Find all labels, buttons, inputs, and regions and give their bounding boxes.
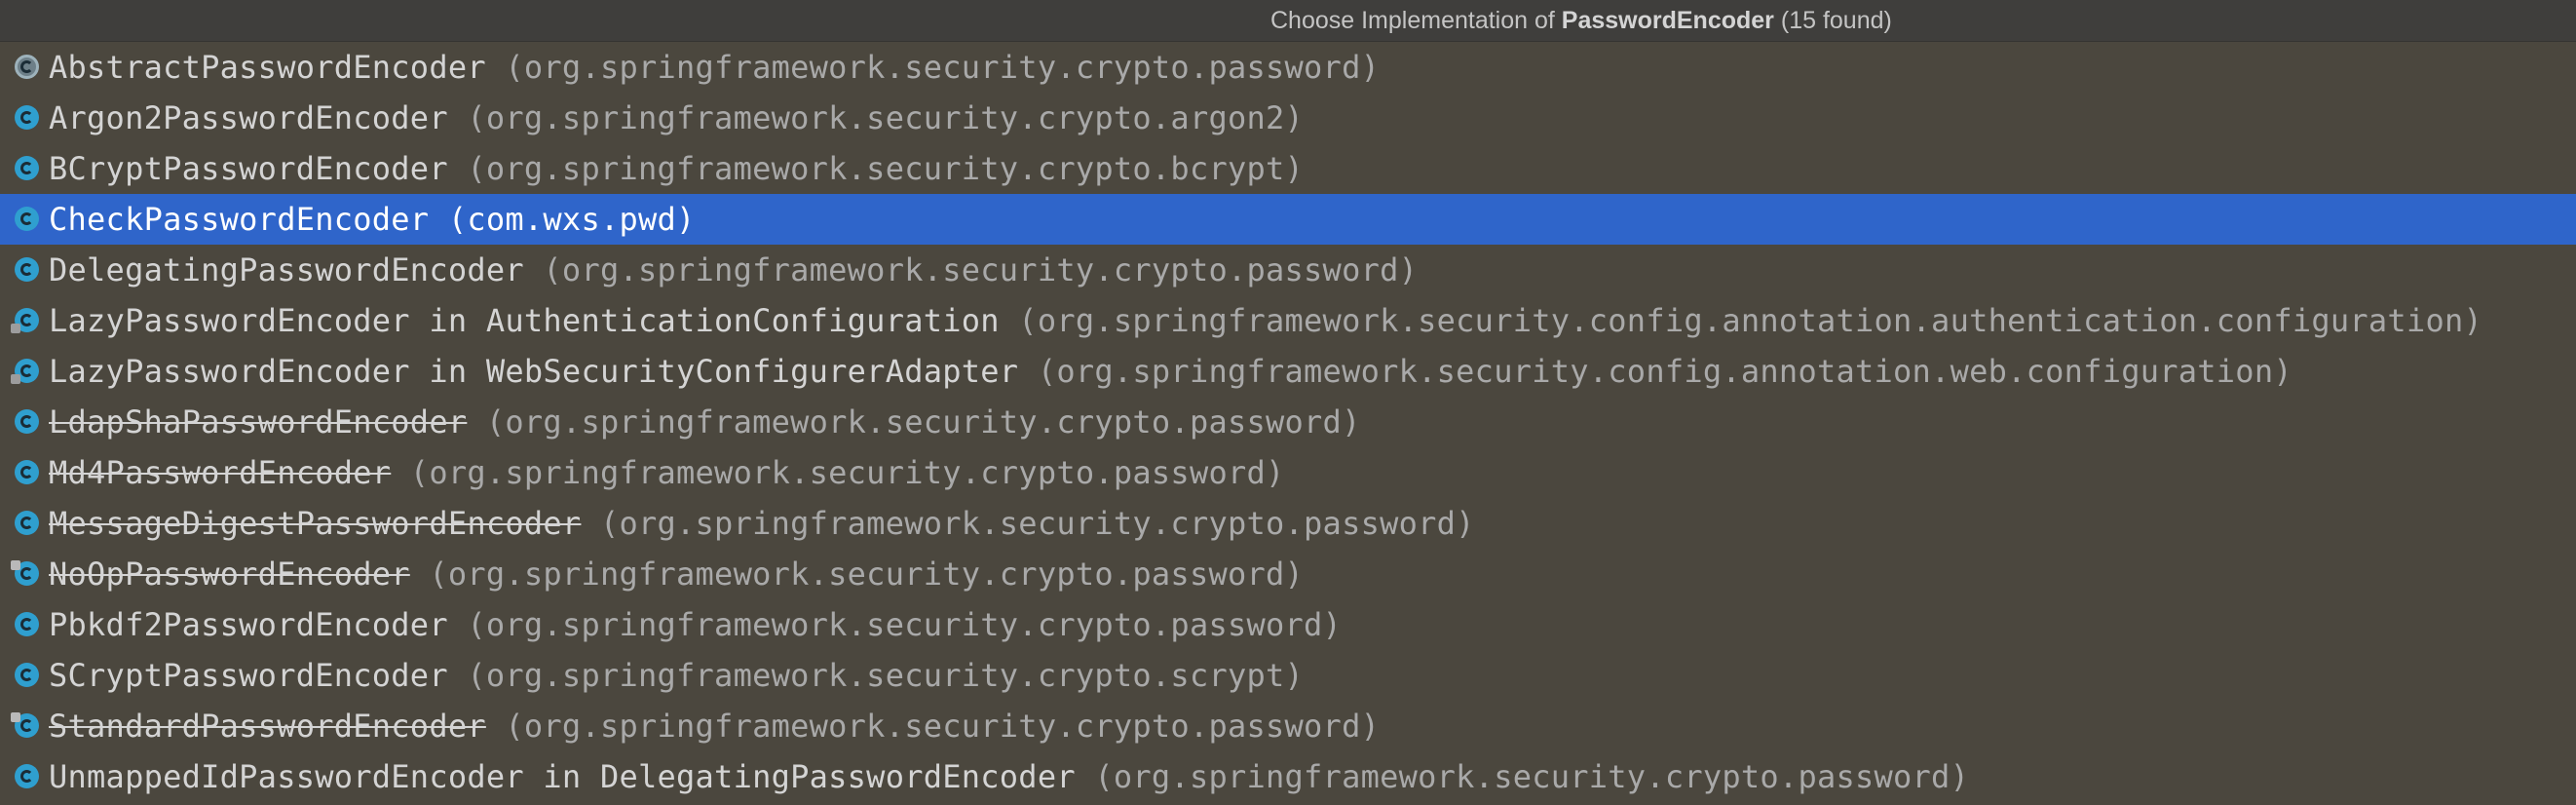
package-name: (org.springframework.security.crypto.pas… [599, 505, 1475, 542]
class-name: Argon2PasswordEncoder [49, 99, 448, 136]
class-icon [15, 257, 39, 282]
static-modifier-icon [11, 324, 20, 333]
package-name: (org.springframework.security.crypto.pas… [485, 403, 1361, 441]
item-text: LdapShaPasswordEncoder (org.springframew… [49, 404, 1361, 440]
choose-implementation-popup: Choose Implementation of PasswordEncoder… [0, 0, 2576, 805]
class-icon [15, 663, 39, 687]
implementation-item[interactable]: LazyPasswordEncoder in AuthenticationCon… [0, 295, 2576, 346]
final-modifier-icon [11, 712, 20, 722]
package-name: (org.springframework.security.crypto.pas… [467, 606, 1343, 643]
result-count: (15 found) [1773, 7, 1892, 34]
class-icon [15, 105, 39, 130]
item-text: UnmappedIdPasswordEncoder in DelegatingP… [49, 759, 1969, 794]
class-icon [15, 460, 39, 484]
popup-header: Choose Implementation of PasswordEncoder… [0, 0, 2576, 42]
item-text: MessageDigestPasswordEncoder (org.spring… [49, 506, 1475, 541]
class-name: LazyPasswordEncoder in AuthenticationCon… [49, 302, 1000, 339]
static-modifier-icon [11, 374, 20, 384]
package-name: (org.springframework.security.crypto.pas… [505, 708, 1381, 745]
item-text: NoOpPasswordEncoder (org.springframework… [49, 556, 1304, 592]
item-text: DelegatingPasswordEncoder (org.springfra… [49, 252, 1418, 288]
implementation-item[interactable]: MessageDigestPasswordEncoder (org.spring… [0, 498, 2576, 549]
package-name: (org.springframework.security.crypto.pas… [505, 49, 1381, 86]
class-name: LdapShaPasswordEncoder [49, 403, 468, 441]
class-icon [15, 612, 39, 636]
class-name: CheckPasswordEncoder [49, 201, 430, 238]
implementation-item[interactable]: UnmappedIdPasswordEncoder in DelegatingP… [0, 751, 2576, 802]
popup-title: Choose Implementation of PasswordEncoder… [1270, 6, 1892, 35]
class-name: NoOpPasswordEncoder [49, 556, 410, 593]
implementation-item[interactable]: DelegatingPasswordEncoder (org.springfra… [0, 245, 2576, 295]
class-name: StandardPasswordEncoder [49, 708, 486, 745]
item-text: Argon2PasswordEncoder (org.springframewo… [49, 100, 1304, 135]
class-icon [15, 409, 39, 434]
implementation-item[interactable]: Argon2PasswordEncoder (org.springframewo… [0, 93, 2576, 143]
package-name: (org.springframework.security.config.ann… [1018, 302, 2482, 339]
class-name: BCryptPasswordEncoder [49, 150, 448, 187]
implementation-item[interactable]: NoOpPasswordEncoder (org.springframework… [0, 549, 2576, 599]
implementation-item[interactable]: AbstractPasswordEncoder (org.springframe… [0, 42, 2576, 93]
package-name: (org.springframework.security.crypto.pas… [1094, 758, 1970, 795]
package-name: (org.springframework.security.config.ann… [1037, 353, 2292, 390]
package-name: (org.springframework.security.crypto.pas… [429, 556, 1305, 593]
class-name: AbstractPasswordEncoder [49, 49, 486, 86]
item-text: SCryptPasswordEncoder (org.springframewo… [49, 658, 1304, 693]
class-name: DelegatingPasswordEncoder [49, 251, 524, 288]
class-name: UnmappedIdPasswordEncoder in DelegatingP… [49, 758, 1076, 795]
class-name: LazyPasswordEncoder in WebSecurityConfig… [49, 353, 1019, 390]
implementation-item[interactable]: StandardPasswordEncoder (org.springframe… [0, 701, 2576, 751]
class-name: SCryptPasswordEncoder [49, 657, 448, 694]
class-icon [15, 207, 39, 231]
package-name: (org.springframework.security.crypto.scr… [467, 657, 1305, 694]
class-icon [15, 511, 39, 535]
implementation-item[interactable]: Md4PasswordEncoder (org.springframework.… [0, 447, 2576, 498]
final-modifier-icon [11, 560, 20, 570]
package-name: (org.springframework.security.crypto.bcr… [467, 150, 1305, 187]
implementation-list: AbstractPasswordEncoder (org.springframe… [0, 42, 2576, 802]
package-name: (org.springframework.security.crypto.pas… [543, 251, 1419, 288]
item-text: AbstractPasswordEncoder (org.springframe… [49, 50, 1380, 85]
interface-name: PasswordEncoder [1561, 7, 1774, 34]
class-name: Md4PasswordEncoder [49, 454, 392, 491]
abstract-class-icon [15, 55, 39, 79]
class-name: Pbkdf2PasswordEncoder [49, 606, 448, 643]
class-name: MessageDigestPasswordEncoder [49, 505, 582, 542]
item-text: BCryptPasswordEncoder (org.springframewo… [49, 151, 1304, 186]
implementation-item[interactable]: SCryptPasswordEncoder (org.springframewo… [0, 650, 2576, 701]
item-text: Pbkdf2PasswordEncoder (org.springframewo… [49, 607, 1342, 642]
implementation-item[interactable]: Pbkdf2PasswordEncoder (org.springframewo… [0, 599, 2576, 650]
implementation-item[interactable]: CheckPasswordEncoder (com.wxs.pwd) [0, 194, 2576, 245]
item-text: LazyPasswordEncoder in AuthenticationCon… [49, 303, 2482, 338]
package-name: (org.springframework.security.crypto.pas… [409, 454, 1285, 491]
package-name: (org.springframework.security.crypto.arg… [467, 99, 1305, 136]
item-text: LazyPasswordEncoder in WebSecurityConfig… [49, 354, 2292, 389]
class-icon [15, 156, 39, 180]
item-text: StandardPasswordEncoder (org.springframe… [49, 709, 1380, 744]
package-name: (com.wxs.pwd) [447, 201, 696, 238]
implementation-item[interactable]: BCryptPasswordEncoder (org.springframewo… [0, 143, 2576, 194]
implementation-item[interactable]: LdapShaPasswordEncoder (org.springframew… [0, 397, 2576, 447]
item-text: CheckPasswordEncoder (com.wxs.pwd) [49, 202, 696, 237]
class-icon [15, 764, 39, 788]
popup-title-prefix: Choose Implementation of [1270, 7, 1562, 34]
implementation-item[interactable]: LazyPasswordEncoder in WebSecurityConfig… [0, 346, 2576, 397]
item-text: Md4PasswordEncoder (org.springframework.… [49, 455, 1285, 490]
